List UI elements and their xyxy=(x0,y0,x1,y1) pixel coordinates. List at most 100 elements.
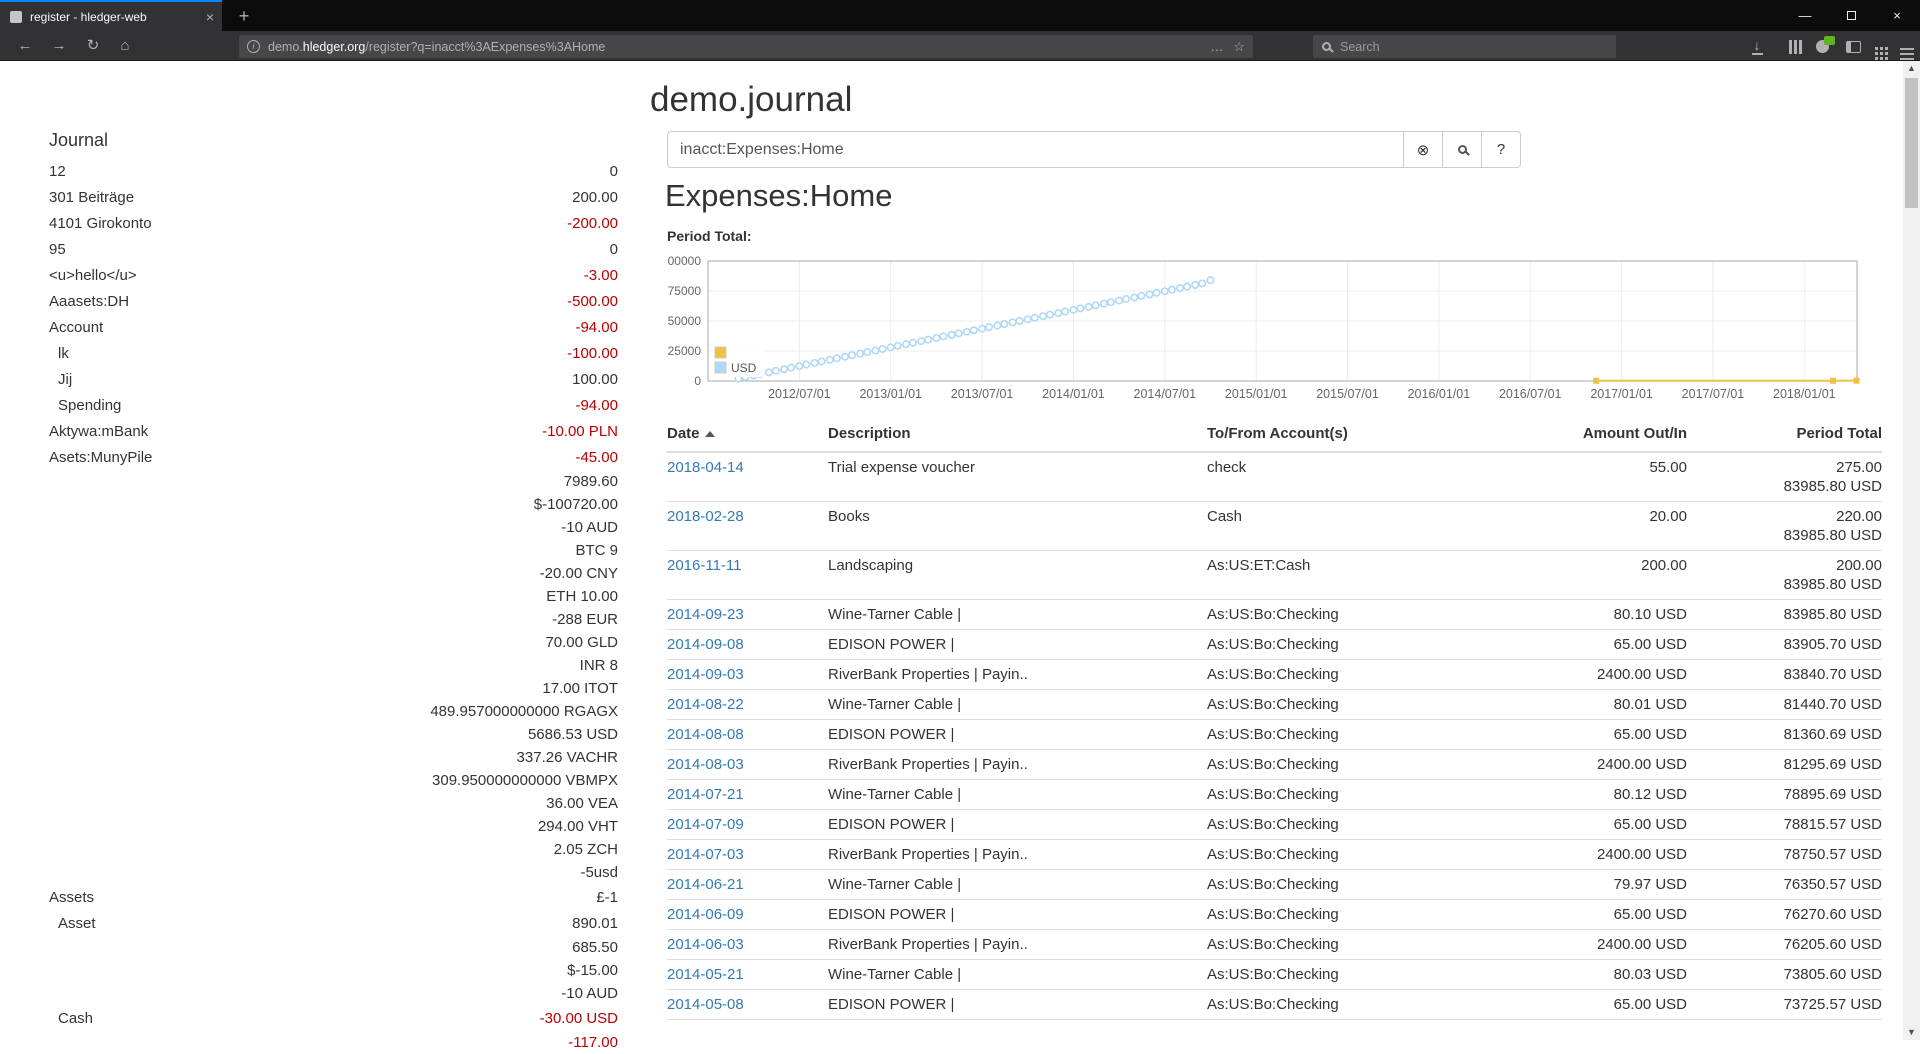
transaction-date-link[interactable]: 2014-07-09 xyxy=(667,816,744,833)
minimize-button[interactable]: — xyxy=(1782,0,1828,31)
home-button[interactable]: ⌂ xyxy=(110,33,140,59)
url-bar[interactable]: i demo.hledger.org/register?q=inacct%3AE… xyxy=(239,35,1253,58)
account-link[interactable]: Jij xyxy=(49,371,72,388)
transaction-date-link[interactable]: 2018-02-28 xyxy=(667,508,744,525)
browser-search-bar[interactable]: Search xyxy=(1313,35,1616,58)
account-heading: Expenses:Home xyxy=(665,178,892,214)
transaction-date-cell: 2014-06-09 xyxy=(667,900,828,930)
new-tab-button[interactable]: + xyxy=(232,5,256,29)
svg-text:50000: 50000 xyxy=(668,314,702,328)
register-row: 2014-05-21Wine-Tarner Cable |As:US:Bo:Ch… xyxy=(667,960,1882,990)
page-title: demo.journal xyxy=(650,80,852,120)
account-balance: -94.00 xyxy=(575,319,618,336)
transaction-date-link[interactable]: 2014-05-21 xyxy=(667,966,744,983)
clear-query-button[interactable]: ⊗ xyxy=(1404,131,1443,168)
chart-canvas: 02500050000750001000002012/07/012013/01/… xyxy=(667,250,1882,402)
reload-button[interactable]: ↻ xyxy=(78,33,108,59)
account-balance: $-15.00 xyxy=(567,962,618,979)
query-input[interactable] xyxy=(667,131,1404,168)
transaction-date-cell: 2014-08-08 xyxy=(667,720,828,750)
transaction-date-link[interactable]: 2014-08-03 xyxy=(667,756,744,773)
sidebar-account-row: 294.00 VHT xyxy=(49,815,618,838)
account-link[interactable]: Asset xyxy=(49,915,96,932)
transaction-date-link[interactable]: 2014-08-08 xyxy=(667,726,744,743)
library-button[interactable] xyxy=(1777,37,1803,57)
transaction-date-link[interactable]: 2016-11-11 xyxy=(667,557,742,574)
transaction-date-link[interactable]: 2014-06-03 xyxy=(667,936,744,953)
transaction-date-link[interactable]: 2014-06-09 xyxy=(667,906,744,923)
page-scrollbar[interactable]: ▲ ▼ xyxy=(1903,61,1920,1040)
column-header-date[interactable]: Date xyxy=(667,416,828,452)
transaction-date-cell: 2014-09-23 xyxy=(667,600,828,630)
sidebar-account-row: -5usd xyxy=(49,861,618,884)
transaction-date-link[interactable]: 2014-07-03 xyxy=(667,846,744,863)
account-balance: $-100720.00 xyxy=(534,496,618,513)
period-total-cell: 83840.70 USD xyxy=(1687,660,1882,690)
transaction-description: RiverBank Properties | Payin.. xyxy=(828,840,1207,870)
account-link[interactable]: Assets xyxy=(49,889,94,906)
bookmark-star-icon[interactable]: ☆ xyxy=(1233,39,1245,55)
search-submit-button[interactable] xyxy=(1443,131,1482,168)
browser-tab[interactable]: register - hledger-web × xyxy=(0,0,222,31)
site-info-icon[interactable]: i xyxy=(247,40,260,53)
journal-link[interactable]: Journal xyxy=(49,130,618,158)
transaction-account: As:US:Bo:Checking xyxy=(1207,930,1487,960)
transaction-date-link[interactable]: 2014-08-22 xyxy=(667,696,744,713)
transaction-amount: 20.00 xyxy=(1487,502,1687,551)
page-actions-icon[interactable]: … xyxy=(1210,39,1223,54)
transaction-description: Wine-Tarner Cable | xyxy=(828,690,1207,720)
extension-button[interactable] xyxy=(1809,37,1835,57)
tab-close-icon[interactable]: × xyxy=(206,9,214,25)
period-total-cell: 76270.60 USD xyxy=(1687,900,1882,930)
account-link[interactable]: Aktywa:mBank xyxy=(49,423,148,440)
transaction-date-link[interactable]: 2014-06-21 xyxy=(667,876,744,893)
extension-badge xyxy=(1824,36,1835,45)
help-button[interactable]: ? xyxy=(1482,131,1521,168)
scroll-up-icon[interactable]: ▲ xyxy=(1903,61,1920,76)
menu-button[interactable] xyxy=(1894,37,1920,57)
account-link[interactable]: 4101 Girokonto xyxy=(49,215,152,232)
account-link[interactable]: Spending xyxy=(49,397,121,414)
account-balance: 5686.53 USD xyxy=(528,726,618,743)
sidebar-account-row: 4101 Girokonto-200.00 xyxy=(49,210,618,236)
restore-button[interactable] xyxy=(1828,0,1874,31)
account-link[interactable]: lk xyxy=(49,345,69,362)
sidebar-account-row: Cash-30.00 USD xyxy=(49,1005,618,1031)
account-link[interactable]: 95 xyxy=(49,241,66,258)
transaction-amount: 80.10 USD xyxy=(1487,600,1687,630)
transaction-date-link[interactable]: 2014-07-21 xyxy=(667,786,744,803)
close-window-button[interactable]: × xyxy=(1874,0,1920,31)
transaction-amount: 80.03 USD xyxy=(1487,960,1687,990)
account-link[interactable]: Aaasets:DH xyxy=(49,293,129,310)
account-balance: 200.00 xyxy=(572,189,618,206)
account-link[interactable]: Account xyxy=(49,319,103,336)
account-link[interactable]: 12 xyxy=(49,163,66,180)
svg-text:2015/01/01: 2015/01/01 xyxy=(1225,387,1288,401)
transaction-account: As:US:Bo:Checking xyxy=(1207,600,1487,630)
sidebar-account-row: -10 AUD xyxy=(49,982,618,1005)
download-button[interactable]: ↓ xyxy=(1744,37,1770,57)
sidebar-account-row: 17.00 ITOT xyxy=(49,677,618,700)
period-total-cell: 83985.80 USD xyxy=(1687,600,1882,630)
search-placeholder: Search xyxy=(1340,40,1380,54)
back-button[interactable]: ← xyxy=(10,33,40,59)
scrollbar-thumb[interactable] xyxy=(1905,78,1918,208)
account-link[interactable]: Asets:MunyPile xyxy=(49,449,152,466)
transaction-date-link[interactable]: 2014-09-23 xyxy=(667,606,744,623)
transaction-description: Books xyxy=(828,502,1207,551)
forward-button[interactable]: → xyxy=(44,33,74,59)
sidebar-toggle-button[interactable] xyxy=(1840,37,1866,57)
transaction-date-link[interactable]: 2018-04-14 xyxy=(667,459,744,476)
tab-title: register - hledger-web xyxy=(30,10,200,24)
transaction-date-link[interactable]: 2014-09-08 xyxy=(667,636,744,653)
scroll-down-icon[interactable]: ▼ xyxy=(1903,1025,1920,1040)
account-balance: 0 xyxy=(610,241,618,258)
account-link[interactable]: Cash xyxy=(49,1010,93,1027)
transaction-amount: 80.01 USD xyxy=(1487,690,1687,720)
transaction-date-link[interactable]: 2014-05-08 xyxy=(667,996,744,1013)
account-link[interactable]: 301 Beiträge xyxy=(49,189,134,206)
transaction-date-link[interactable]: 2014-09-03 xyxy=(667,666,744,683)
sidebar-account-row: $-15.00 xyxy=(49,959,618,982)
account-link[interactable]: <u>hello</u> xyxy=(49,267,137,284)
apps-grid-button[interactable] xyxy=(1868,37,1894,57)
